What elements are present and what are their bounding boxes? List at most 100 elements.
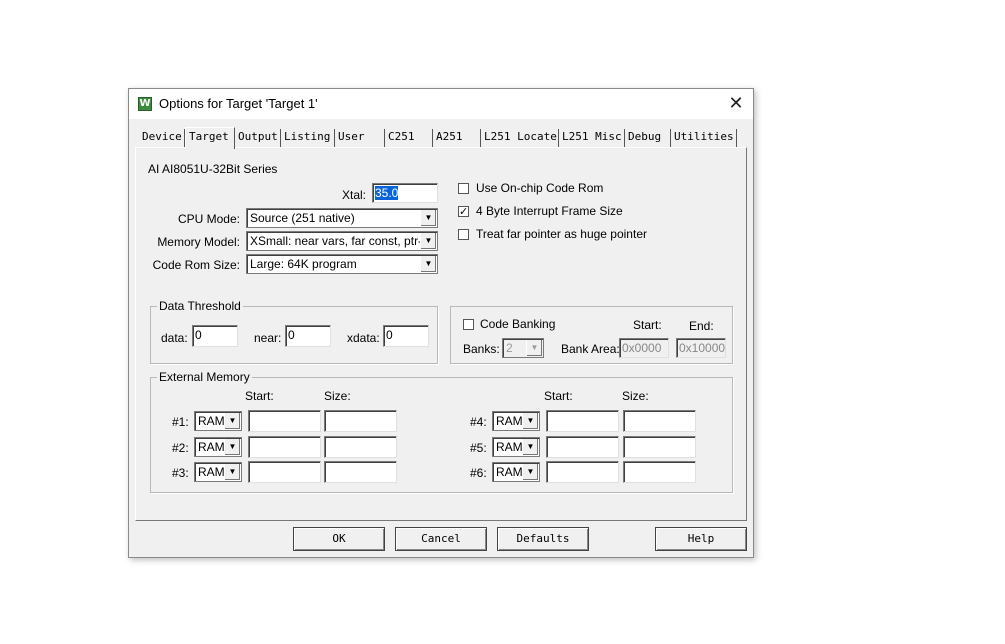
- banks-label: Banks:: [463, 342, 500, 356]
- options-dialog: W Options for Target 'Target 1' ✕ Device…: [128, 88, 754, 558]
- size-column-label: Size:: [622, 389, 649, 403]
- ext-mem-start-input[interactable]: [546, 436, 619, 458]
- far-pointer-huge-label: Treat far pointer as huge pointer: [476, 227, 647, 241]
- code-banking-group: Code Banking Start: End: Banks: 2 ▼ Bank…: [450, 306, 733, 364]
- ext-mem-type-select[interactable]: RAM ▼: [492, 462, 540, 482]
- bank-start-input[interactable]: 0x0000: [619, 338, 669, 358]
- ext-mem-type-select[interactable]: RAM ▼: [492, 437, 540, 457]
- help-button[interactable]: Help: [655, 527, 747, 551]
- tab-listing[interactable]: Listing: [281, 129, 335, 147]
- tab-c251[interactable]: C251: [385, 129, 433, 147]
- chevron-down-icon: ▼: [526, 340, 542, 356]
- ok-button[interactable]: OK: [293, 527, 385, 551]
- ext-mem-type-value: RAM: [198, 414, 225, 428]
- chevron-down-icon: ▼: [224, 413, 240, 429]
- ext-mem-type-value: RAM: [198, 465, 225, 479]
- chevron-down-icon: ▼: [420, 210, 436, 226]
- cpu-mode-label: CPU Mode:: [177, 212, 240, 226]
- ext-mem-size-input[interactable]: [623, 461, 696, 483]
- data-label: data:: [161, 331, 188, 345]
- near-label: near:: [254, 331, 282, 345]
- ext-mem-size-input[interactable]: [324, 410, 397, 432]
- code-banking-label: Code Banking: [480, 317, 556, 331]
- data-threshold-input[interactable]: 0: [192, 325, 238, 347]
- close-icon[interactable]: ✕: [723, 92, 749, 116]
- cancel-button[interactable]: Cancel: [395, 527, 487, 551]
- bank-end-input[interactable]: 0x10000: [676, 338, 726, 358]
- tab-output[interactable]: Output: [235, 129, 281, 147]
- checkmark-icon: ✓: [459, 205, 469, 218]
- ext-mem-start-input[interactable]: [546, 461, 619, 483]
- ext-mem-row-label: #1:: [172, 415, 189, 429]
- ext-mem-type-select[interactable]: RAM ▼: [194, 437, 242, 457]
- interrupt-frame-size-label: 4 Byte Interrupt Frame Size: [476, 204, 623, 218]
- use-onchip-code-rom-label: Use On-chip Code Rom: [476, 181, 604, 195]
- size-column-label: Size:: [324, 389, 351, 403]
- ext-mem-row-label: #2:: [172, 441, 189, 455]
- cpu-mode-select[interactable]: Source (251 native) ▼: [246, 208, 438, 228]
- ext-mem-type-select[interactable]: RAM ▼: [194, 411, 242, 431]
- ext-mem-size-input[interactable]: [324, 436, 397, 458]
- code-rom-size-label: Code Rom Size:: [152, 258, 240, 272]
- ext-mem-type-value: RAM: [496, 465, 523, 479]
- memory-model-label: Memory Model:: [157, 235, 240, 249]
- ext-mem-type-value: RAM: [496, 440, 523, 454]
- xdata-label: xdata:: [347, 331, 380, 345]
- cpu-mode-value: Source (251 native): [250, 211, 355, 225]
- xtal-value: 35.0: [375, 186, 399, 200]
- chevron-down-icon: ▼: [522, 439, 538, 455]
- target-tab-panel: AI AI8051U-32Bit Series Xtal: 35.0 CPU M…: [135, 147, 747, 521]
- ext-mem-type-value: RAM: [198, 440, 225, 454]
- ext-mem-start-input[interactable]: [248, 410, 321, 432]
- code-rom-size-select[interactable]: Large: 64K program ▼: [246, 254, 438, 274]
- bank-start-label: Start:: [633, 318, 662, 332]
- tab-a251[interactable]: A251: [433, 129, 481, 147]
- ext-mem-size-input[interactable]: [623, 436, 696, 458]
- start-column-label: Start:: [544, 389, 573, 403]
- ext-mem-row-label: #6:: [470, 466, 487, 480]
- ext-mem-type-value: RAM: [496, 414, 523, 428]
- interrupt-frame-size-checkbox[interactable]: ✓: [458, 206, 469, 217]
- tab-l251-misc[interactable]: L251 Misc: [559, 129, 625, 147]
- ext-mem-row-label: #4:: [470, 415, 487, 429]
- ext-mem-start-input[interactable]: [546, 410, 619, 432]
- tab-utilities[interactable]: Utilities: [671, 129, 737, 147]
- ext-mem-row-label: #3:: [172, 466, 189, 480]
- bank-end-label: End:: [689, 319, 714, 333]
- ext-mem-size-input[interactable]: [324, 461, 397, 483]
- banks-select[interactable]: 2 ▼: [502, 338, 544, 358]
- chevron-down-icon: ▼: [224, 464, 240, 480]
- chevron-down-icon: ▼: [420, 256, 436, 272]
- ext-mem-type-select[interactable]: RAM ▼: [492, 411, 540, 431]
- banks-value: 2: [506, 341, 513, 355]
- near-threshold-input[interactable]: 0: [285, 325, 331, 347]
- memory-model-value: XSmall: near vars, far const, ptr-4: [250, 234, 429, 248]
- xdata-threshold-input[interactable]: 0: [383, 325, 429, 347]
- tab-device[interactable]: Device: [139, 129, 185, 147]
- start-column-label: Start:: [245, 389, 274, 403]
- xtal-input[interactable]: 35.0: [372, 183, 438, 203]
- ext-mem-row-label: #5:: [470, 441, 487, 455]
- ext-mem-size-input[interactable]: [623, 410, 696, 432]
- ext-mem-start-input[interactable]: [248, 436, 321, 458]
- device-name: AI AI8051U-32Bit Series: [148, 162, 278, 176]
- far-pointer-huge-checkbox[interactable]: [458, 229, 469, 240]
- external-memory-title: External Memory: [157, 370, 252, 384]
- tab-target[interactable]: Target: [185, 127, 235, 149]
- tab-debug[interactable]: Debug: [625, 129, 671, 147]
- ext-mem-start-input[interactable]: [248, 461, 321, 483]
- app-icon: W: [138, 97, 152, 111]
- external-memory-group: External Memory Start: Size: Start: Size…: [150, 370, 733, 493]
- tab-user[interactable]: User: [335, 129, 385, 147]
- chevron-down-icon: ▼: [522, 413, 538, 429]
- tab-l251-locate[interactable]: L251 Locate: [481, 129, 559, 147]
- defaults-button[interactable]: Defaults: [497, 527, 589, 551]
- chevron-down-icon: ▼: [420, 233, 436, 249]
- use-onchip-code-rom-checkbox[interactable]: [458, 183, 469, 194]
- window-title: Options for Target 'Target 1': [159, 96, 318, 111]
- memory-model-select[interactable]: XSmall: near vars, far const, ptr-4 ▼: [246, 231, 438, 251]
- code-rom-size-value: Large: 64K program: [250, 257, 357, 271]
- ext-mem-type-select[interactable]: RAM ▼: [194, 462, 242, 482]
- title-bar[interactable]: W Options for Target 'Target 1' ✕: [129, 89, 753, 119]
- code-banking-checkbox[interactable]: [463, 319, 474, 330]
